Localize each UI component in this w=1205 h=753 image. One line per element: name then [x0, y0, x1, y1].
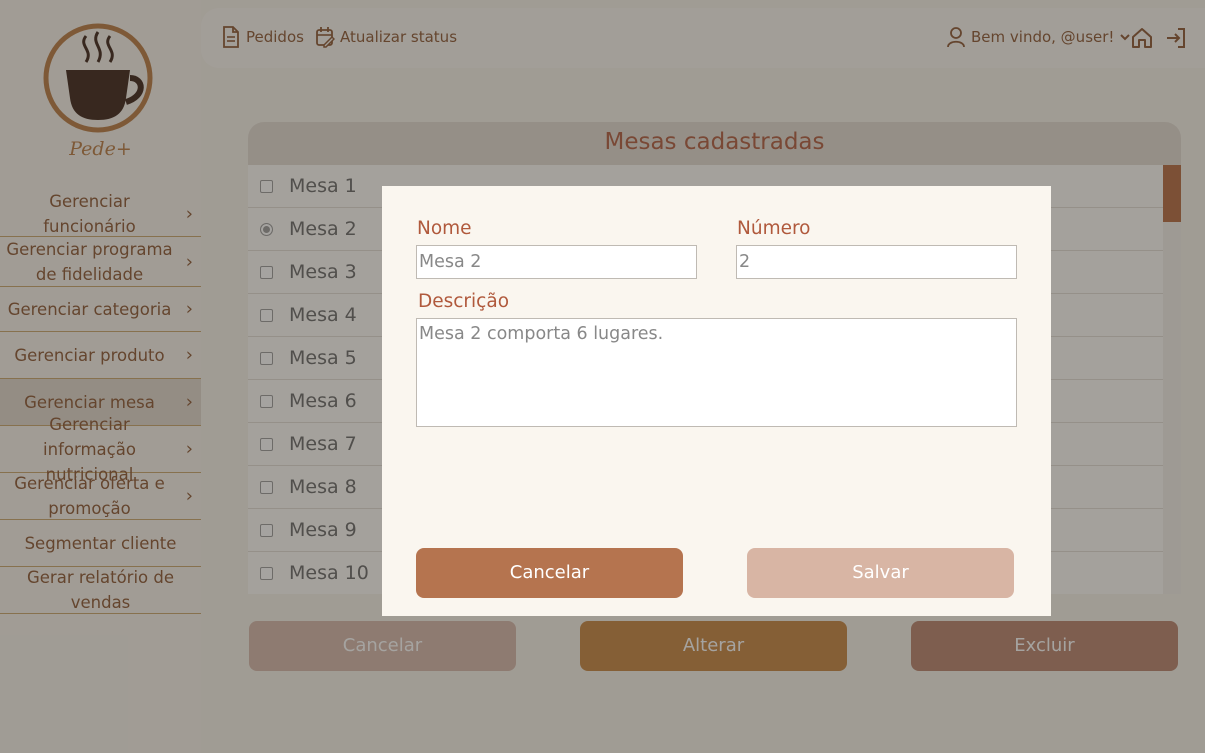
- description-field[interactable]: Mesa 2 comporta 6 lugares.: [416, 318, 1017, 427]
- edit-table-modal: Nome Número Descrição Mesa 2 comporta 6 …: [382, 186, 1051, 616]
- name-field[interactable]: [416, 245, 697, 279]
- modal-save-button[interactable]: Salvar: [747, 548, 1014, 598]
- modal-cancel-button[interactable]: Cancelar: [416, 548, 683, 598]
- description-label: Descrição: [418, 291, 510, 312]
- name-label: Nome: [417, 218, 472, 239]
- number-field[interactable]: [736, 245, 1017, 279]
- number-label: Número: [737, 218, 811, 239]
